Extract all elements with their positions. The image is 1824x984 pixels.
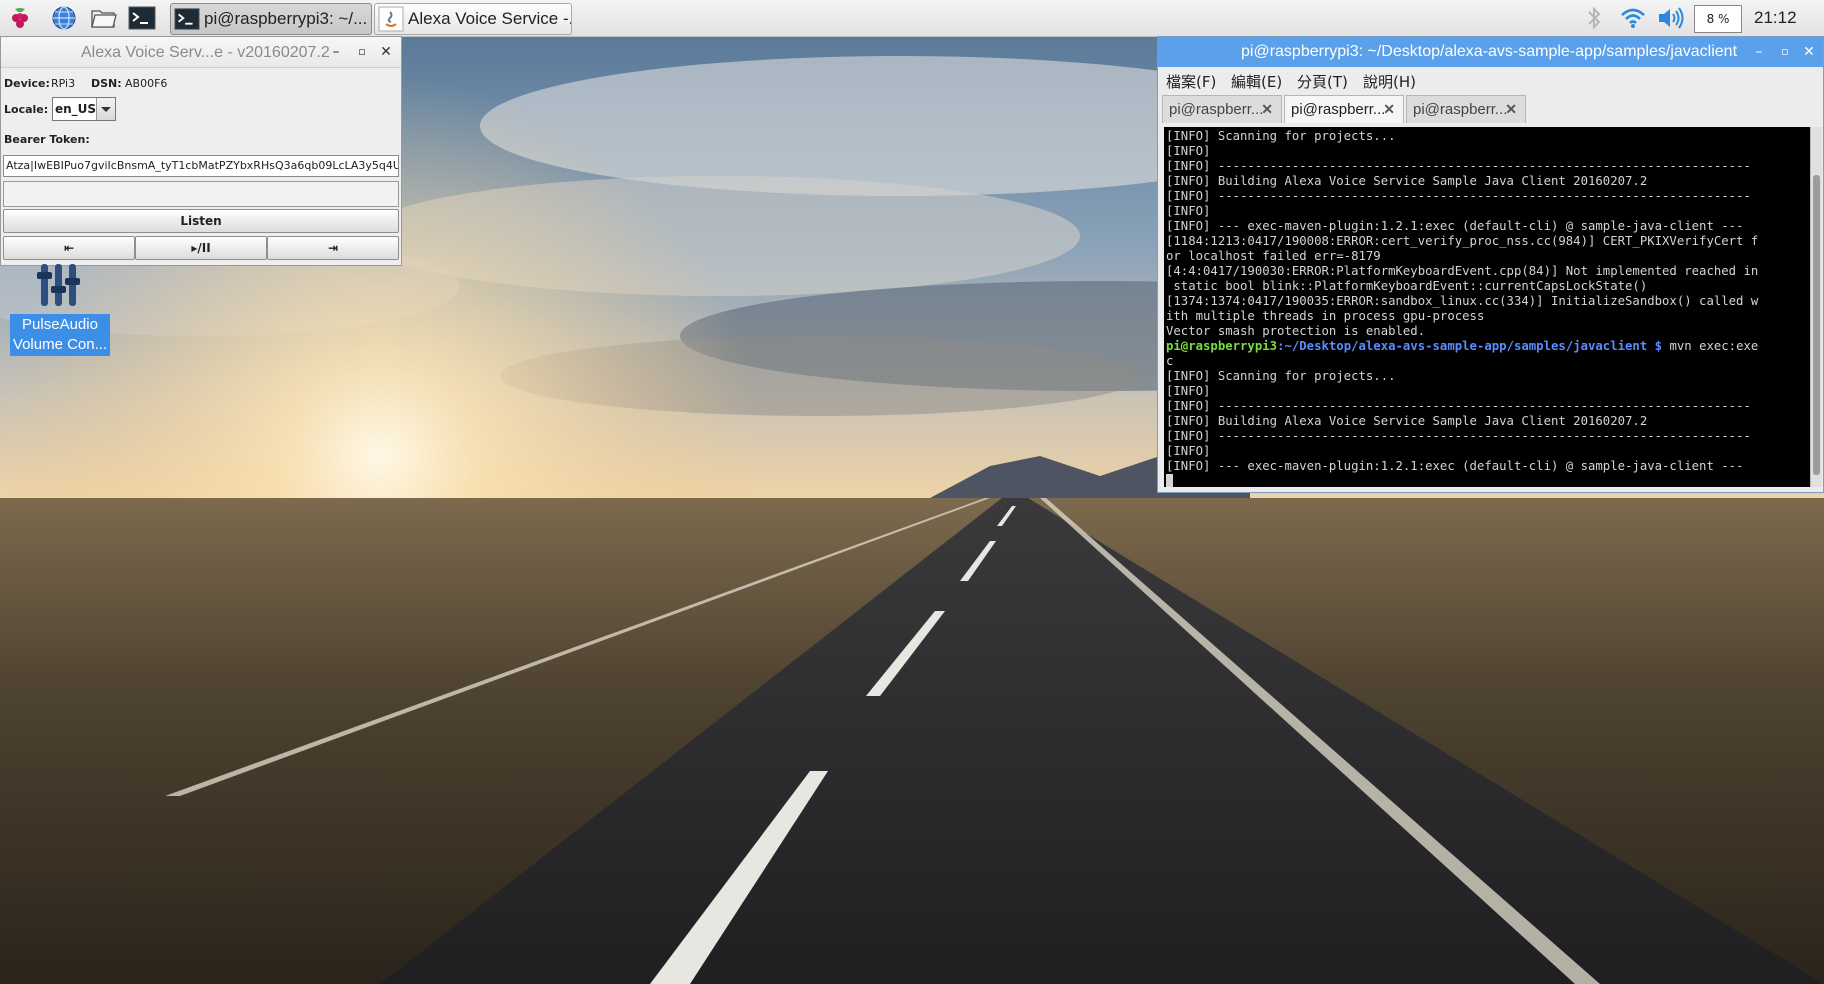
locale-select[interactable]: en_US <box>52 97 116 121</box>
taskbar: pi@raspberrypi3: ~/... Alexa Voice Servi… <box>0 0 1824 37</box>
tab-label: pi@raspberr... <box>1291 101 1386 118</box>
cpu-usage-text: 8 % <box>1706 12 1730 26</box>
terminal-line: [INFO] <box>1166 144 1211 158</box>
terminal-cursor-line <box>1166 474 1808 487</box>
close-icon[interactable]: ✕ <box>1383 101 1395 118</box>
terminal-titlebar[interactable]: pi@raspberrypi3: ~/Desktop/alexa-avs-sam… <box>1158 37 1823 67</box>
taskbar-task-alexa[interactable]: Alexa Voice Service -... <box>374 3 572 35</box>
desktop-icon-pulseaudio[interactable]: PulseAudio Volume Con... <box>10 262 110 356</box>
terminal-window: pi@raspberrypi3: ~/Desktop/alexa-avs-sam… <box>1157 36 1824 493</box>
terminal-line: [INFO] ---------------------------------… <box>1166 189 1751 203</box>
prompt-user: pi@raspberrypi3 <box>1166 339 1278 353</box>
terminal-line: [INFO] <box>1166 444 1211 458</box>
locale-value: en_US <box>55 102 97 116</box>
bearer-token-field[interactable]: Atza|IwEBIPuo7gviIcBnsmA_tyT1cbMatPZYbxR… <box>3 155 399 177</box>
terminal-line: Vector smash protection is enabled. <box>1166 324 1426 338</box>
terminal-line: [4:4:0417/190030:ERROR:PlatformKeyboardE… <box>1166 264 1759 278</box>
tab-label: pi@raspberr... <box>1413 101 1508 118</box>
minimize-icon[interactable]: – <box>327 43 345 61</box>
terminal-line: [INFO] ---------------------------------… <box>1166 429 1751 443</box>
prompt-command: mvn exec:exe <box>1662 339 1759 353</box>
terminal-line: or localhost failed err=-8179 <box>1166 249 1381 263</box>
previous-button[interactable]: ⇤ <box>3 236 135 260</box>
terminal-line: [INFO] Building Alexa Voice Service Samp… <box>1166 174 1648 188</box>
device-value: RPi3 <box>51 77 76 90</box>
desktop-icon-label: PulseAudio Volume Con... <box>10 314 110 356</box>
dsn-value: AB00F6 <box>125 77 168 90</box>
terminal-tab-3[interactable]: pi@raspberr... ✕ <box>1406 95 1526 123</box>
desktop-icon-label-line1: PulseAudio <box>22 316 98 333</box>
close-icon[interactable]: ✕ <box>1800 43 1818 61</box>
next-button[interactable]: ⇥ <box>267 236 399 260</box>
window-title: Alexa Voice Serv...e - v20160207.2 <box>81 44 330 61</box>
terminal-line: [INFO] ---------------------------------… <box>1166 159 1751 173</box>
terminal-icon[interactable] <box>128 4 156 32</box>
terminal-tab-2[interactable]: pi@raspberr... ✕ <box>1284 95 1404 123</box>
web-browser-icon[interactable] <box>50 4 78 32</box>
locale-label: Locale: <box>4 103 49 116</box>
raspberry-menu-icon[interactable] <box>6 4 34 32</box>
menu-edit[interactable]: 編輯(E) <box>1231 71 1282 92</box>
terminal-line: [1374:1374:0417/190035:ERROR:sandbox_lin… <box>1166 294 1759 308</box>
terminal-scrollbar[interactable] <box>1810 127 1822 487</box>
terminal-line: static bool blink::PlatformKeyboardEvent… <box>1166 279 1648 293</box>
menu-help[interactable]: 說明(H) <box>1363 71 1416 92</box>
terminal-line: [INFO] --- exec-maven-plugin:1.2.1:exec … <box>1166 459 1744 473</box>
maximize-icon[interactable]: ▫ <box>1776 43 1794 61</box>
prompt-path: :~/Desktop/alexa-avs-sample-app/samples/… <box>1277 339 1663 353</box>
minimize-icon[interactable]: – <box>1750 43 1768 61</box>
terminal-prompt-line: pi@raspberrypi3:~/Desktop/alexa-avs-samp… <box>1166 339 1808 354</box>
scrollbar-thumb[interactable] <box>1813 175 1820 475</box>
terminal-line: [INFO] <box>1166 204 1211 218</box>
maximize-icon[interactable]: ▫ <box>353 43 371 61</box>
terminal-line: [INFO] Scanning for projects... <box>1166 369 1396 383</box>
volume-icon[interactable] <box>1656 0 1686 36</box>
file-manager-icon[interactable] <box>90 4 118 32</box>
java-icon <box>378 6 404 32</box>
tab-label: pi@raspberr... <box>1169 101 1264 118</box>
close-icon[interactable]: ✕ <box>1261 101 1273 118</box>
terminal-line: ith multiple threads in process gpu-proc… <box>1166 309 1485 323</box>
task-label: pi@raspberrypi3: ~/... <box>204 9 368 28</box>
terminal-tab-1[interactable]: pi@raspberr... ✕ <box>1162 95 1282 123</box>
terminal-tabs: pi@raspberr... ✕ pi@raspberr... ✕ pi@ras… <box>1162 95 1818 123</box>
avs-titlebar[interactable]: Alexa Voice Serv...e - v20160207.2 – ▫ ✕ <box>1 37 401 68</box>
terminal-line: [INFO] --- exec-maven-plugin:1.2.1:exec … <box>1166 219 1744 233</box>
terminal-line: [INFO] ---------------------------------… <box>1166 399 1751 413</box>
device-label: Device: <box>4 77 50 90</box>
terminal-line: [INFO] Building Alexa Voice Service Samp… <box>1166 414 1648 428</box>
menu-tabs[interactable]: 分頁(T) <box>1297 71 1348 92</box>
cpu-usage-monitor[interactable]: 8 % <box>1694 5 1742 33</box>
terminal-line: c <box>1166 354 1174 368</box>
terminal-output[interactable]: [INFO] Scanning for projects... [INFO] [… <box>1164 127 1810 487</box>
chevron-down-icon[interactable] <box>96 98 115 120</box>
terminal-cursor <box>1166 474 1173 487</box>
close-icon[interactable]: ✕ <box>377 43 395 61</box>
close-icon[interactable]: ✕ <box>1505 101 1517 118</box>
task-label: Alexa Voice Service -... <box>408 9 572 28</box>
alexa-voice-service-window: Alexa Voice Serv...e - v20160207.2 – ▫ ✕… <box>0 36 402 266</box>
clock[interactable]: 21:12 <box>1754 0 1797 36</box>
listen-button[interactable]: Listen <box>3 209 399 233</box>
window-title: pi@raspberrypi3: ~/Desktop/alexa-avs-sam… <box>1241 43 1738 60</box>
volume-sliders-icon <box>37 264 80 306</box>
wifi-icon[interactable] <box>1620 0 1646 36</box>
status-field <box>3 181 399 207</box>
bearer-token-label: Bearer Token: <box>4 133 90 146</box>
terminal-line: [INFO] <box>1166 384 1211 398</box>
terminal-icon <box>174 8 200 30</box>
desktop-icon-label-line2: Volume Con... <box>12 336 108 353</box>
terminal-line: [INFO] Scanning for projects... <box>1166 129 1396 143</box>
dsn-label: DSN: <box>91 77 122 90</box>
terminal-line: [1184:1213:0417/190008:ERROR:cert_verify… <box>1166 234 1759 248</box>
bluetooth-icon[interactable] <box>1584 0 1604 36</box>
terminal-menubar: 檔案(F) 編輯(E) 分頁(T) 說明(H) <box>1158 67 1823 93</box>
taskbar-task-terminal[interactable]: pi@raspberrypi3: ~/... <box>170 3 372 35</box>
play-pause-button[interactable]: ▸/II <box>135 236 267 260</box>
menu-file[interactable]: 檔案(F) <box>1166 71 1216 92</box>
